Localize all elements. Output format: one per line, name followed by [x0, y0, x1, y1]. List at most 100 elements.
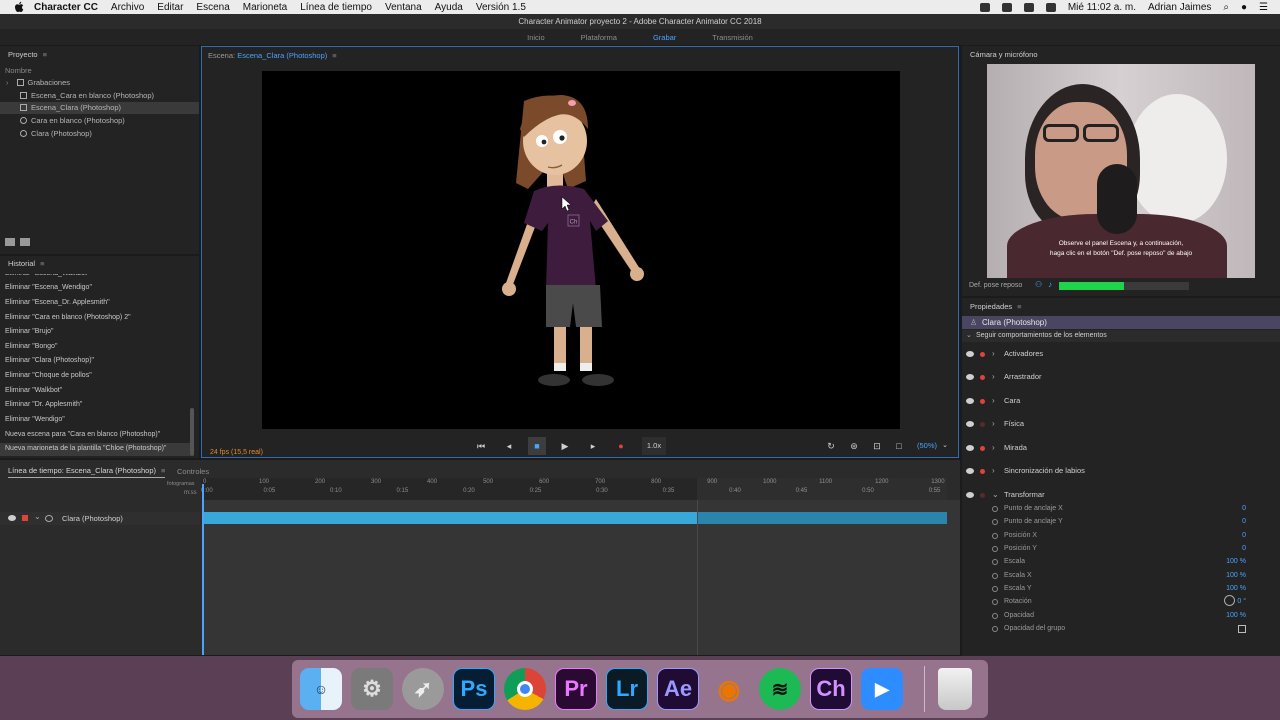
- search-icon[interactable]: ⌕: [1223, 2, 1229, 13]
- keyframe-icon[interactable]: [992, 586, 998, 592]
- chevron-right-icon[interactable]: ›: [6, 78, 9, 87]
- launchpad-icon[interactable]: ➶: [402, 668, 444, 710]
- status-icon[interactable]: [979, 2, 990, 12]
- chevron-right-icon[interactable]: ›: [992, 443, 995, 452]
- chevron-down-icon[interactable]: ⌄: [940, 437, 950, 455]
- keyframe-icon[interactable]: [992, 533, 998, 539]
- finder-icon[interactable]: ☺: [300, 668, 342, 710]
- behavior-activadores[interactable]: › Activadores: [962, 347, 1280, 363]
- keyframe-icon[interactable]: [992, 613, 998, 619]
- panel-menu-icon[interactable]: ≡: [332, 51, 336, 60]
- app-menu[interactable]: Character CC: [34, 2, 98, 13]
- step-forward-icon[interactable]: ▸: [586, 437, 600, 455]
- volume-icon[interactable]: [1045, 2, 1056, 12]
- panel-menu-icon[interactable]: ≡: [1017, 302, 1021, 311]
- mesh-icon[interactable]: ⊛: [847, 437, 861, 455]
- output-icon[interactable]: ⊡: [870, 437, 884, 455]
- history-item[interactable]: Eliminar "Clara (Photoshop)": [5, 357, 94, 364]
- eye-icon[interactable]: [966, 374, 974, 380]
- record-arm-icon[interactable]: [980, 352, 985, 357]
- param-value[interactable]: 100 %: [1226, 558, 1246, 565]
- menu-linea-de-tiempo[interactable]: Línea de tiempo: [300, 2, 372, 13]
- menu-editar[interactable]: Editar: [157, 2, 183, 13]
- keyframe-icon[interactable]: [992, 519, 998, 525]
- photoshop-icon[interactable]: Ps: [453, 668, 495, 710]
- lightroom-icon[interactable]: Lr: [606, 668, 648, 710]
- history-item[interactable]: Nueva escena para "Cara en blanco (Photo…: [5, 431, 160, 438]
- history-item[interactable]: Eliminar "Walkbot": [5, 387, 62, 394]
- tab-plataforma[interactable]: Plataforma: [581, 33, 617, 42]
- chrome-icon[interactable]: [504, 668, 546, 710]
- chevron-right-icon[interactable]: ›: [992, 419, 995, 428]
- history-item[interactable]: Eliminar "Brujo": [5, 328, 54, 335]
- history-item[interactable]: Eliminar "Wendigo": [5, 416, 65, 423]
- refresh-icon[interactable]: ↻: [824, 437, 838, 455]
- system-preferences-icon[interactable]: ⚙: [351, 668, 393, 710]
- history-item[interactable]: Eliminar "Escena_Dr. Applesmith": [5, 299, 110, 306]
- siri-icon[interactable]: ●: [1241, 2, 1247, 13]
- group-opacity-checkbox[interactable]: [1238, 625, 1246, 633]
- behavior-mirada[interactable]: › Mirada: [962, 441, 1280, 457]
- menu-ayuda[interactable]: Ayuda: [435, 2, 463, 13]
- tab-transmision[interactable]: Transmisión: [712, 33, 753, 42]
- record-arm-icon[interactable]: [980, 422, 985, 427]
- panel-menu-icon[interactable]: ≡: [161, 466, 165, 475]
- tab-timeline[interactable]: Línea de tiempo: Escena_Clara (Photoshop…: [8, 466, 166, 478]
- param-value[interactable]: 100 %: [1226, 572, 1246, 579]
- param-value[interactable]: 100 %: [1226, 612, 1246, 619]
- menu-archivo[interactable]: Archivo: [111, 2, 144, 13]
- behavior-arrastrador[interactable]: › Arrastrador: [962, 370, 1280, 386]
- keyframe-icon[interactable]: [992, 573, 998, 579]
- premiere-icon[interactable]: Pr: [555, 668, 597, 710]
- tab-controles[interactable]: Controles: [177, 467, 209, 476]
- track-bar-extended[interactable]: [697, 512, 947, 524]
- keyframe-icon[interactable]: [992, 546, 998, 552]
- panel-menu-icon[interactable]: ≡: [40, 259, 44, 268]
- character-animator-icon[interactable]: Ch: [810, 668, 852, 710]
- character-puppet[interactable]: Ch: [262, 71, 900, 429]
- chevron-right-icon[interactable]: ›: [992, 396, 995, 405]
- param-value[interactable]: 0 °: [1237, 598, 1246, 605]
- speed-selector[interactable]: 1.0x: [642, 437, 666, 455]
- step-back-icon[interactable]: ◂: [502, 437, 516, 455]
- chevron-right-icon[interactable]: ›: [992, 466, 995, 475]
- behaviors-section[interactable]: ⌄ Seguir comportamientos de los elemento…: [962, 330, 1280, 342]
- list-item[interactable]: › Grabaciones: [0, 77, 199, 89]
- go-to-start-icon[interactable]: ⏮: [474, 437, 488, 455]
- eye-icon[interactable]: [8, 515, 16, 521]
- cloud-icon[interactable]: [1001, 2, 1012, 12]
- behavior-fisica[interactable]: › Física: [962, 417, 1280, 433]
- apple-icon[interactable]: [12, 0, 26, 14]
- eye-icon[interactable]: [966, 351, 974, 357]
- zoom-icon[interactable]: ▶: [861, 668, 903, 710]
- chevron-right-icon[interactable]: ›: [992, 349, 995, 358]
- param-value[interactable]: 0: [1242, 532, 1246, 539]
- track-header[interactable]: ⌄ Clara (Photoshop): [0, 512, 200, 525]
- rotation-dial-icon[interactable]: [1224, 595, 1235, 606]
- eye-icon[interactable]: [966, 398, 974, 404]
- tab-inicio[interactable]: Inicio: [527, 33, 545, 42]
- rest-pose-button[interactable]: Def. pose reposo: [969, 282, 1022, 289]
- eye-icon[interactable]: [966, 492, 974, 498]
- zoom-selector[interactable]: (50%): [914, 437, 940, 455]
- puppet-header[interactable]: ♙ Clara (Photoshop): [962, 316, 1280, 329]
- param-value[interactable]: 0: [1242, 518, 1246, 525]
- person-icon[interactable]: ⚇: [1035, 280, 1042, 289]
- wifi-icon[interactable]: [1023, 2, 1034, 12]
- microphone-icon[interactable]: ♪: [1048, 280, 1052, 289]
- behavior-sincronizacion[interactable]: › Sincronización de labios: [962, 464, 1280, 480]
- record-arm-icon[interactable]: [22, 515, 28, 521]
- folder-icon[interactable]: [20, 238, 30, 246]
- history-item[interactable]: Eliminar "Cara en blanco (Photoshop) 2": [5, 314, 131, 321]
- stop-icon[interactable]: ■: [528, 437, 546, 455]
- user-name[interactable]: Adrian Jaimes: [1148, 2, 1211, 13]
- chevron-right-icon[interactable]: ›: [992, 372, 995, 381]
- list-item[interactable]: Escena_Cara en blanco (Photoshop): [0, 90, 199, 102]
- keyframe-icon[interactable]: [992, 506, 998, 512]
- keyframe-icon[interactable]: [992, 599, 998, 605]
- history-item[interactable]: Eliminar "Bongo": [5, 343, 57, 350]
- history-item[interactable]: Eliminar "Escena_Walkbot": [5, 274, 89, 277]
- list-item[interactable]: Cara en blanco (Photoshop): [0, 115, 199, 127]
- keyframe-icon[interactable]: [992, 559, 998, 565]
- menu-ventana[interactable]: Ventana: [385, 2, 422, 13]
